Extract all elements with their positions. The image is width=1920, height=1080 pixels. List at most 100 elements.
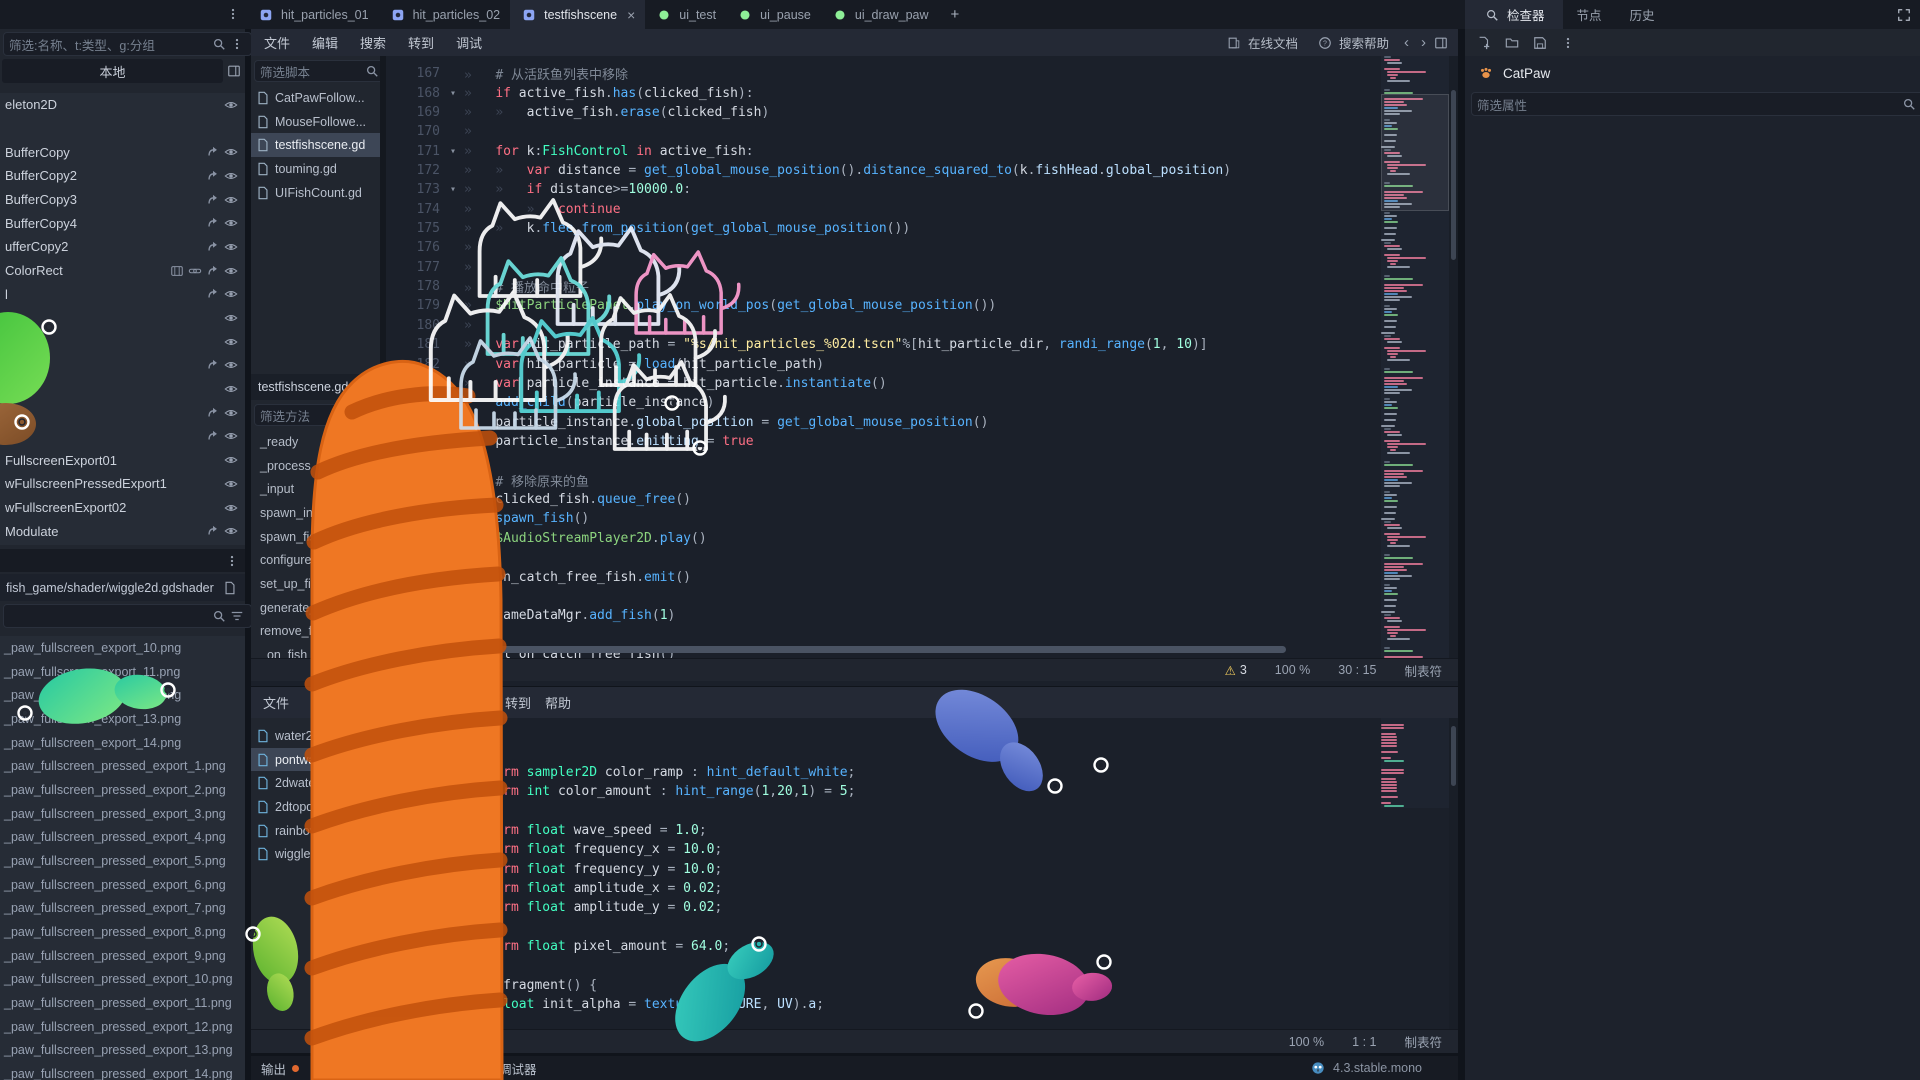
fold-icon[interactable]: ▾ (450, 88, 464, 99)
code-line[interactable]: 179» $HitParticlePanel.play_on_world_pos… (386, 296, 1381, 315)
filesystem-current-path[interactable]: fish_game/shader/wiggle2d.gdshader (0, 574, 245, 601)
file-row[interactable]: _paw_fullscreen_export_14.png (0, 731, 245, 755)
code-minimap[interactable] (1381, 56, 1449, 658)
code-line[interactable]: 2 (386, 743, 1381, 762)
tree-row[interactable]: wFullscreenPressedExport1 (0, 472, 245, 496)
file-row[interactable]: _paw_fullscreen_pressed_export_8.png (0, 920, 245, 944)
code-line[interactable]: 186» particle_instance.emitting = true (386, 432, 1381, 451)
tree-row[interactable] (0, 401, 245, 425)
tree-row[interactable]: eleton2D (0, 93, 245, 117)
scene-tree-filter-input[interactable]: 筛选:名称、t:类型、g:分组 (3, 32, 252, 56)
tree-row[interactable]: Modulate (0, 519, 245, 543)
file-row[interactable]: _paw_fullscreen_pressed_export_7.png (0, 896, 245, 920)
code-line[interactable]: 168▾» if active_fish.has(clicked_fish): (386, 83, 1381, 102)
code-line[interactable]: 171▾» for k:FishControl in active_fish: (386, 141, 1381, 160)
tab-history[interactable]: 历史 (1616, 0, 1669, 29)
file-row[interactable]: _paw_fullscreen_pressed_export_11.png (0, 991, 245, 1015)
code-line[interactable]: 183» var particle_instance = hit_particl… (386, 374, 1381, 393)
file-row[interactable]: _paw_fullscreen_pressed_export_3.png (0, 802, 245, 826)
eye-icon[interactable] (222, 404, 240, 422)
file-row[interactable]: _paw_fullscreen_pressed_export_5.png (0, 849, 245, 873)
code-line[interactable]: 6uniform float wave_speed = 1.0; (386, 821, 1381, 840)
scripts-panel-toggle-icon[interactable] (1432, 34, 1450, 52)
script-item[interactable]: testfishscene.gd (251, 133, 380, 157)
eye-icon[interactable] (222, 475, 240, 493)
shader-menu-item-0[interactable]: 文件 (257, 687, 295, 718)
method-item[interactable]: _input (251, 477, 380, 501)
eye-icon[interactable] (222, 214, 240, 232)
code-line[interactable]: 194» (386, 587, 1381, 606)
shader-item[interactable]: 2dwater (251, 771, 380, 795)
shader-minimap[interactable] (1381, 718, 1449, 808)
shader-menu-item-3[interactable]: 转到 (499, 687, 537, 718)
method-item[interactable]: remove_fish (251, 620, 380, 644)
filter-scripts-input[interactable]: 筛选脚本 (254, 60, 380, 82)
file-row[interactable]: _paw_fullscreen_pressed_export_4.png (0, 825, 245, 849)
zoom-level[interactable]: 100 % (1275, 663, 1310, 677)
menu-item-3[interactable]: 转到 (397, 29, 445, 56)
history-forward-icon[interactable]: › (1415, 34, 1432, 51)
eye-icon[interactable] (222, 309, 240, 327)
method-item[interactable]: spawn_initial_ (251, 501, 380, 525)
tree-row[interactable] (0, 425, 245, 449)
eye-icon[interactable] (222, 427, 240, 445)
code-line[interactable]: 180» (386, 316, 1381, 335)
tree-row[interactable] (0, 306, 245, 330)
code-line[interactable]: 192» (386, 548, 1381, 567)
sort-icon[interactable] (228, 607, 246, 625)
method-item[interactable]: _ready (251, 430, 380, 454)
code-line[interactable]: 190» spawn_fish() (386, 509, 1381, 528)
filter-properties-input[interactable]: 筛选属性 (1471, 92, 1920, 116)
shader-menu-item-2[interactable]: 搜索 (419, 687, 457, 718)
scene-tab-ui_test[interactable]: ui_test (645, 0, 726, 29)
shader-item[interactable]: water2d (251, 724, 380, 748)
code-line[interactable]: 181» var hit_particle_path = "%s/hit_par… (386, 335, 1381, 354)
file-row[interactable]: _paw_fullscreen_pressed_export_12.png (0, 1015, 245, 1039)
code-line[interactable]: 173▾» » if distance>=10000.0: (386, 180, 1381, 199)
tree-row[interactable]: BufferCopy4 (0, 211, 245, 235)
tab-local[interactable]: 本地 (2, 59, 223, 83)
code-line[interactable]: 5 (386, 801, 1381, 820)
split-view-icon[interactable] (225, 62, 243, 80)
eye-icon[interactable] (222, 333, 240, 351)
tree-row[interactable] (0, 330, 245, 354)
file-row[interactable]: _paw_fullscreen_export_11.png (0, 660, 245, 684)
code-line[interactable]: 4uniform int color_amount : hint_range(1… (386, 782, 1381, 801)
filesystem-menu-icon[interactable] (223, 552, 241, 570)
code-line[interactable]: 193» on_catch_free_fish.emit() (386, 567, 1381, 586)
warnings-badge[interactable]: ⚠ 3 (1225, 663, 1247, 678)
code-line[interactable]: 182» var hit_particle = load(hit_particl… (386, 354, 1381, 373)
expand-window-icon[interactable] (1895, 6, 1913, 24)
scene-tab-testfishscene[interactable]: testfishscene× (510, 0, 645, 29)
tree-row[interactable]: l (0, 283, 245, 307)
tree-row[interactable]: FullscreenExport01 (0, 448, 245, 472)
current-script-label[interactable]: testfishscene.gd (251, 374, 380, 400)
code-line[interactable]: 12uniform float pixel_amount = 64.0; (386, 937, 1381, 956)
eye-icon[interactable] (222, 356, 240, 374)
eye-icon[interactable] (222, 380, 240, 398)
code-line[interactable]: 8uniform float frequency_y = 10.0; (386, 860, 1381, 879)
method-item[interactable]: _on_fish_clic (251, 643, 380, 658)
code-line[interactable]: 187» (386, 451, 1381, 470)
save-resource-icon[interactable] (1531, 34, 1549, 52)
code-line[interactable]: 1 (386, 724, 1381, 743)
search-help-button[interactable]: ? 搜索帮助 (1307, 33, 1398, 52)
eye-icon[interactable] (222, 191, 240, 209)
eye-icon[interactable] (222, 238, 240, 256)
eye-icon[interactable] (222, 96, 240, 114)
close-tab-icon[interactable]: × (627, 7, 635, 23)
code-line[interactable]: 172» » var distance = get_global_mouse_p… (386, 161, 1381, 180)
code-line[interactable]: 170» (386, 122, 1381, 141)
eye-icon[interactable] (222, 499, 240, 517)
file-row[interactable]: _paw_fullscreen_pressed_export_1.png (0, 754, 245, 778)
code-line[interactable]: 167» # 从活跃鱼列表中移除 (386, 64, 1381, 83)
debugger-button[interactable]: 调试器 (499, 1059, 537, 1078)
menu-item-1[interactable]: 编辑 (301, 29, 349, 56)
code-line[interactable]: 188» # 移除原来的鱼 (386, 471, 1381, 490)
shader-item[interactable]: 2dtopdown (251, 795, 380, 819)
code-editor[interactable]: 167» # 从活跃鱼列表中移除168▾» if active_fish.has… (386, 56, 1381, 658)
minimap-viewport[interactable] (1381, 94, 1449, 211)
code-line[interactable]: 189» clicked_fish.queue_free() (386, 490, 1381, 509)
code-line[interactable]: 14void fragment() { (386, 976, 1381, 995)
code-line[interactable]: 15» float init_alpha = texture(TEXTURE, … (386, 995, 1381, 1014)
